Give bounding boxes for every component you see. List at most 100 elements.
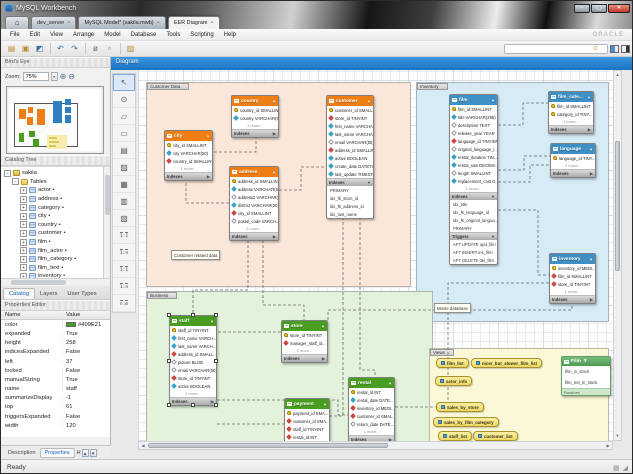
tree-expander-icon[interactable]: + <box>20 196 27 203</box>
table-header[interactable]: language▼ <box>551 144 595 154</box>
table-country[interactable]: country▼country_id SMALLINTcountry VARCH… <box>231 95 279 138</box>
footer-expand-icon[interactable]: ▶ <box>273 131 276 136</box>
doc-tab-dev_server[interactable]: dev_server× <box>31 16 76 29</box>
undo-button[interactable]: ↶ <box>54 43 67 55</box>
table-staff[interactable]: staff▼staff_id TINYINTfirst_name VARCH..… <box>169 315 217 406</box>
collapse-icon[interactable]: ▼ <box>321 324 325 329</box>
more-columns[interactable]: 1 more... <box>232 122 278 129</box>
table-header[interactable]: staff▼ <box>170 316 216 326</box>
collapse-icon[interactable]: ▼ <box>589 147 593 152</box>
close-button[interactable]: ✕ <box>608 4 630 13</box>
image-tool-icon[interactable]: ▨ <box>113 159 135 176</box>
selection-handle[interactable] <box>167 313 171 317</box>
save-model-button[interactable]: ◩ <box>33 43 46 55</box>
footer-expand-icon[interactable]: ▶ <box>273 234 276 239</box>
collapse-icon[interactable]: ▼ <box>272 99 276 104</box>
table-film_cate[interactable]: film_cate...▼film_id SMALLINTcategory_id… <box>548 91 594 134</box>
tree-expander-icon[interactable]: + <box>20 247 27 254</box>
routine-group-tool-icon[interactable]: ▧ <box>113 210 135 227</box>
rel-1-1-non-identifying-icon[interactable]: 1:1 <box>113 227 135 244</box>
scroll-left-icon[interactable]: ◀ <box>139 442 147 449</box>
doc-tab-eer[interactable]: EER Diagram× <box>168 16 220 29</box>
home-tab[interactable]: ⌂ <box>5 16 29 29</box>
property-row-left[interactable]: left37 <box>1 357 110 366</box>
property-row-triggersExpanded[interactable]: triggersExpandedFalse <box>1 412 110 421</box>
property-row-height[interactable]: height258 <box>1 339 110 348</box>
collapse-icon[interactable]: ▼ <box>367 99 371 104</box>
more-columns[interactable]: 2 more... <box>551 162 595 169</box>
tab-properties[interactable]: Properties <box>40 448 75 458</box>
selection-handle[interactable] <box>214 313 218 317</box>
routine-film_in_stock[interactable]: film_in_stock <box>562 366 610 377</box>
footer-expand-icon[interactable]: ▶ <box>588 127 591 132</box>
collapse-icon[interactable]: ▼ <box>583 359 588 364</box>
tree-horizontal-scrollbar[interactable] <box>1 278 110 286</box>
view-tool-icon[interactable]: ▥ <box>113 193 135 210</box>
menu-view[interactable]: View <box>45 32 68 38</box>
tree-expander-icon[interactable]: − <box>4 170 11 177</box>
maximize-button[interactable]: ▢ <box>591 4 607 13</box>
tab-close-icon[interactable]: × <box>157 20 160 26</box>
table-header[interactable]: address▼ <box>230 167 278 177</box>
collapse-icon[interactable]: ▼ <box>491 98 495 103</box>
tree-item-country[interactable]: +country • <box>4 221 110 230</box>
vertical-scroll-thumb[interactable] <box>615 141 620 271</box>
table-language[interactable]: language▼language_id TINY...2 more...Ind… <box>550 143 596 178</box>
view-sales_by_film_category[interactable]: sales_by_film_category <box>433 417 499 427</box>
collapse-icon[interactable]: ▼ <box>589 257 593 262</box>
table-tool-icon[interactable]: ▦ <box>113 176 135 193</box>
more-columns[interactable]: 1 more... <box>349 428 394 435</box>
property-row-name[interactable]: namestaff <box>1 385 110 394</box>
menu-edit[interactable]: Edit <box>25 32 45 38</box>
more-columns[interactable]: 2 more... <box>230 225 278 232</box>
more-columns[interactable]: 1 more... <box>550 288 595 295</box>
tree-item-film_actor[interactable]: +film_actor • <box>4 246 110 255</box>
scroll-right-icon[interactable]: ▶ <box>604 442 612 449</box>
selection-handle[interactable] <box>214 403 218 407</box>
selection-handle[interactable] <box>191 313 195 317</box>
property-row-manualSizing[interactable]: manualSizingTrue <box>1 375 110 384</box>
menu-database[interactable]: Database <box>126 32 162 38</box>
footer-indexes[interactable]: Indexes▶ <box>230 232 278 240</box>
tree-item-film_category[interactable]: +film_category • <box>4 255 110 264</box>
tree-item-actor[interactable]: +actor • <box>4 186 110 195</box>
menu-scripting[interactable]: Scripting <box>185 32 218 38</box>
menu-tools[interactable]: Tools <box>161 32 185 38</box>
eraser-tool-icon[interactable]: ▱ <box>113 108 135 125</box>
property-row-indicesExpanded[interactable]: indicesExpandedFalse <box>1 348 110 357</box>
view-customer_list[interactable]: customer_list <box>473 431 518 441</box>
tree-expander-icon[interactable]: + <box>20 204 27 211</box>
table-inventory[interactable]: inventory▼inventory_id MEDI...film_id SM… <box>549 253 596 304</box>
canvas-horizontal-scrollbar[interactable]: ◀ ▶ <box>138 441 613 450</box>
sidebar-tab-layers[interactable]: Layers <box>35 289 62 299</box>
more-columns[interactable]: 2 more... <box>282 347 327 354</box>
tree-expander-icon[interactable]: + <box>20 239 27 246</box>
tree-expander-icon[interactable]: + <box>20 264 27 271</box>
toggle-right-panel-icon[interactable] <box>621 45 630 53</box>
section-collapse-icon[interactable]: ▼ <box>491 194 495 199</box>
rel-n-m-identifying-icon[interactable]: n:m <box>113 295 135 312</box>
scroll-up-icon[interactable]: ▲ <box>614 71 621 79</box>
zoom-dropdown-icon[interactable]: ▾ <box>51 72 58 81</box>
rel-1-n-non-identifying-icon[interactable]: 1:n <box>113 244 135 261</box>
footer-expand-icon[interactable]: ▶ <box>590 297 593 302</box>
table-payment[interactable]: payment▼payment_id SMA...customer_id SMA… <box>284 398 330 441</box>
tab-close-icon[interactable]: × <box>67 20 70 26</box>
table-header[interactable]: film▼ <box>450 95 497 105</box>
rel-1-n-identifying-icon[interactable]: 1:n <box>113 278 135 295</box>
footer-indexes[interactable]: Indexes▶ <box>282 354 327 362</box>
routine-group-film[interactable]: Film▼film_in_stockfilm_not_in_stockRouti… <box>561 356 611 396</box>
zoom-default-button[interactable]: ø <box>89 43 102 55</box>
diagram-note[interactable]: Movie database <box>434 303 471 313</box>
view-nicer_but_slower_film_list[interactable]: nicer_but_slower_film_list <box>471 358 542 368</box>
tree-expander-icon[interactable]: + <box>20 187 27 194</box>
tree-expander-icon[interactable]: + <box>20 230 27 237</box>
property-row-expanded[interactable]: expandedTrue <box>1 329 110 338</box>
footer-indexes[interactable]: Indexes▶ <box>549 125 593 133</box>
view-actor_info[interactable]: actor_info <box>435 376 472 386</box>
tree-item-film[interactable]: +film • <box>4 238 110 247</box>
selection-handle[interactable] <box>191 403 195 407</box>
tree-expander-icon[interactable]: + <box>20 221 27 228</box>
table-header[interactable]: payment▼ <box>285 399 329 409</box>
footer-indexes[interactable]: Indexes▶ <box>165 172 212 180</box>
